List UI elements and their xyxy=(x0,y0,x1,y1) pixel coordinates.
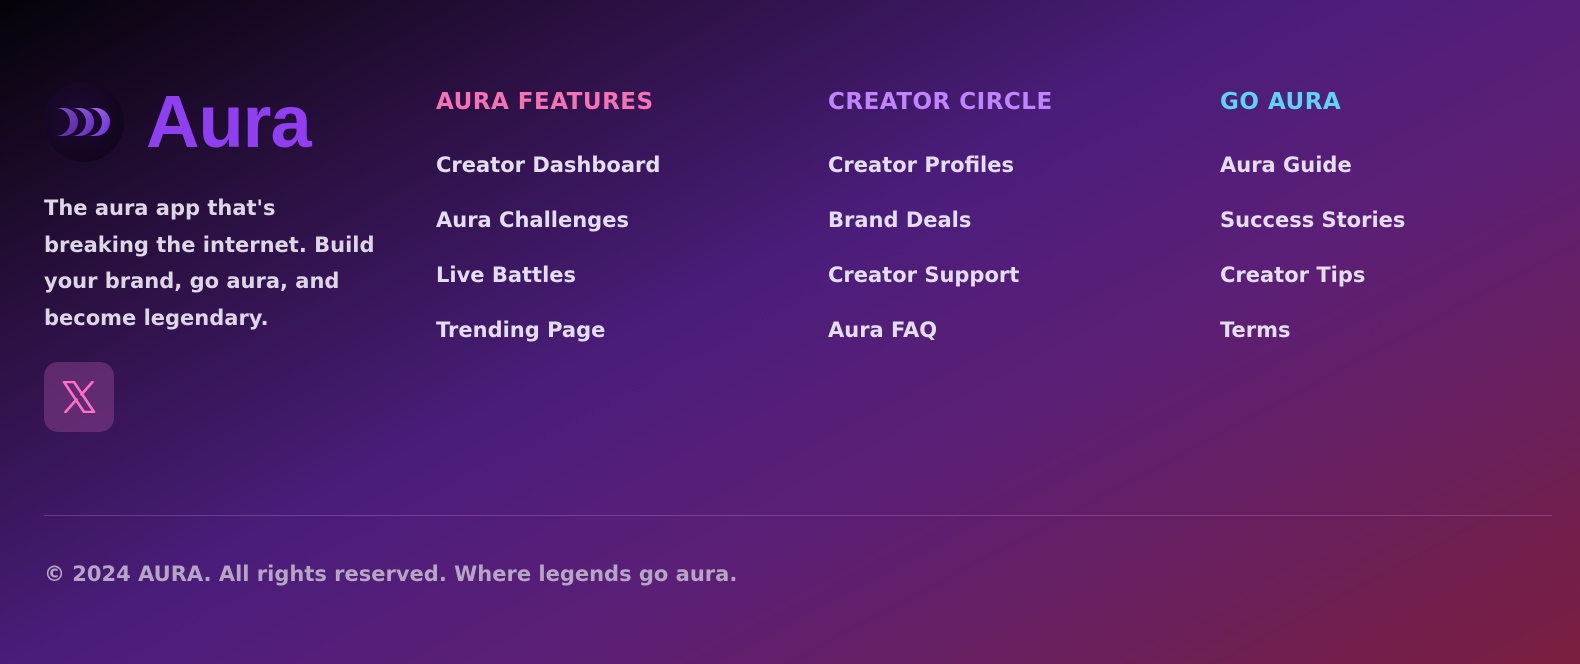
x-social-button[interactable] xyxy=(44,362,114,432)
copyright-text: © 2024 AURA. All rights reserved. Where … xyxy=(44,562,738,586)
x-logo-icon xyxy=(62,381,96,413)
link-success-stories[interactable]: Success Stories xyxy=(1220,208,1405,232)
link-brand-deals[interactable]: Brand Deals xyxy=(828,208,971,232)
link-creator-support[interactable]: Creator Support xyxy=(828,263,1019,287)
link-aura-faq[interactable]: Aura FAQ xyxy=(828,318,937,342)
column-title: GO AURA xyxy=(1220,89,1342,115)
link-aura-challenges[interactable]: Aura Challenges xyxy=(436,208,629,232)
link-aura-guide[interactable]: Aura Guide xyxy=(1220,153,1352,177)
footer-column-go-aura: GO AURA Aura Guide Success Stories Creat… xyxy=(1220,86,1580,360)
link-list: Creator Dashboard Aura Challenges Live B… xyxy=(436,140,796,360)
logo[interactable]: Aura xyxy=(44,82,384,162)
link-live-battles[interactable]: Live Battles xyxy=(436,263,576,287)
link-creator-dashboard[interactable]: Creator Dashboard xyxy=(436,153,660,177)
column-title: AURA FEATURES xyxy=(436,89,654,115)
site-footer: Aura The aura app that's breaking the in… xyxy=(0,0,1580,664)
link-list: Creator Profiles Brand Deals Creator Sup… xyxy=(828,140,1188,360)
brand-block: Aura The aura app that's breaking the in… xyxy=(44,82,384,432)
footer-column-aura-features: AURA FEATURES Creator Dashboard Aura Cha… xyxy=(436,86,796,360)
footer-column-creator-circle: CREATOR CIRCLE Creator Profiles Brand De… xyxy=(828,86,1188,360)
link-creator-profiles[interactable]: Creator Profiles xyxy=(828,153,1014,177)
brand-name: Aura xyxy=(146,80,312,163)
link-trending-page[interactable]: Trending Page xyxy=(436,318,605,342)
link-terms[interactable]: Terms xyxy=(1220,318,1291,342)
aura-logo-icon xyxy=(44,82,124,162)
footer-divider xyxy=(44,515,1552,516)
link-list: Aura Guide Success Stories Creator Tips … xyxy=(1220,140,1580,360)
link-creator-tips[interactable]: Creator Tips xyxy=(1220,263,1365,287)
column-title: CREATOR CIRCLE xyxy=(828,89,1053,115)
brand-tagline: The aura app that's breaking the interne… xyxy=(44,196,375,330)
